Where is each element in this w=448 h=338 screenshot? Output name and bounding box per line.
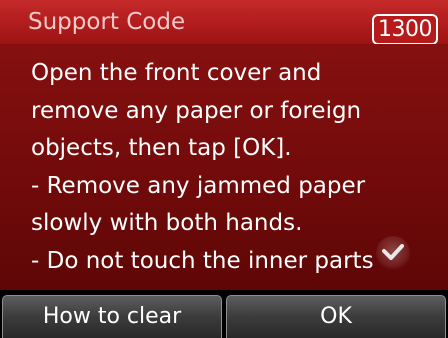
button-row: How to clear OK xyxy=(0,290,448,338)
checkmark-down-icon xyxy=(382,244,404,260)
message-line: - Remove any jammed paper xyxy=(31,172,366,199)
ok-button[interactable]: OK xyxy=(226,295,446,338)
printer-display: Support Code 1300 Open the front cover a… xyxy=(0,0,448,338)
page-title: Support Code xyxy=(28,9,186,35)
message-line: remove any paper or foreign xyxy=(31,97,362,124)
support-code-badge: 1300 xyxy=(372,14,438,45)
message-line: objects, then tap [OK]. xyxy=(31,135,292,161)
title-bar: Support Code 1300 xyxy=(0,0,448,45)
message-line: Open the front cover and xyxy=(31,60,322,86)
scroll-down-indicator[interactable] xyxy=(376,236,410,270)
how-to-clear-button[interactable]: How to clear xyxy=(2,295,222,338)
message-area[interactable]: Open the front cover and remove any pape… xyxy=(0,44,448,290)
